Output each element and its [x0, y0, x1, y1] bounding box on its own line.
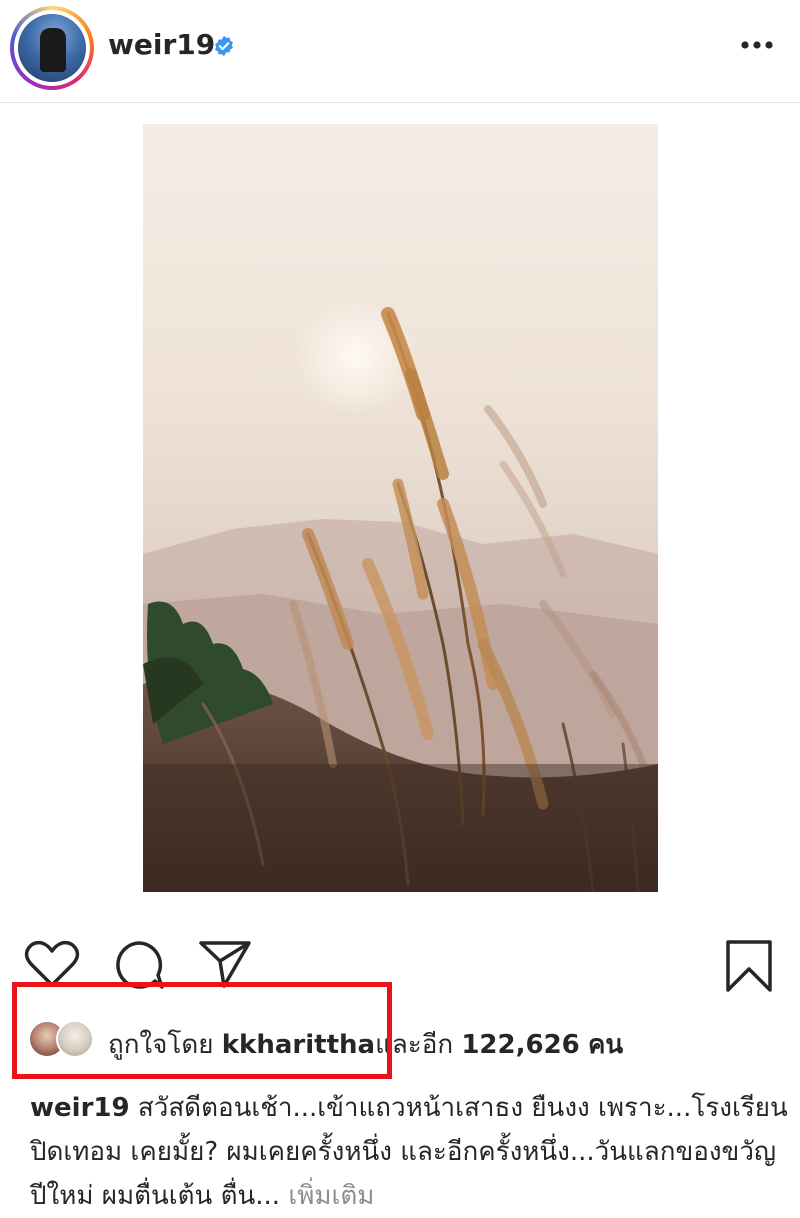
caption-text: สวัสดีตอนเช้า...เข้าแถวหน้าเสาธง ยืนงง เ… — [30, 1093, 788, 1211]
highlight-box — [12, 982, 392, 1079]
caption-username[interactable]: weir19 — [30, 1093, 130, 1123]
caption-more-link[interactable]: เพิ่มเติม — [288, 1181, 374, 1211]
likes-count[interactable]: 122,626 — [461, 1030, 579, 1060]
verified-badge-icon — [215, 35, 233, 57]
post-photo[interactable] — [143, 124, 658, 892]
bookmark-icon[interactable] — [724, 939, 774, 993]
more-options-icon[interactable] — [740, 40, 774, 50]
post-username[interactable]: weir19 — [108, 28, 215, 61]
post-header: weir19 — [0, 0, 800, 103]
likes-suffix: คน — [588, 1030, 624, 1060]
profile-avatar[interactable] — [10, 6, 94, 90]
post-caption: weir19 สวัสดีตอนเช้า...เข้าแถวหน้าเสาธง … — [30, 1086, 790, 1218]
